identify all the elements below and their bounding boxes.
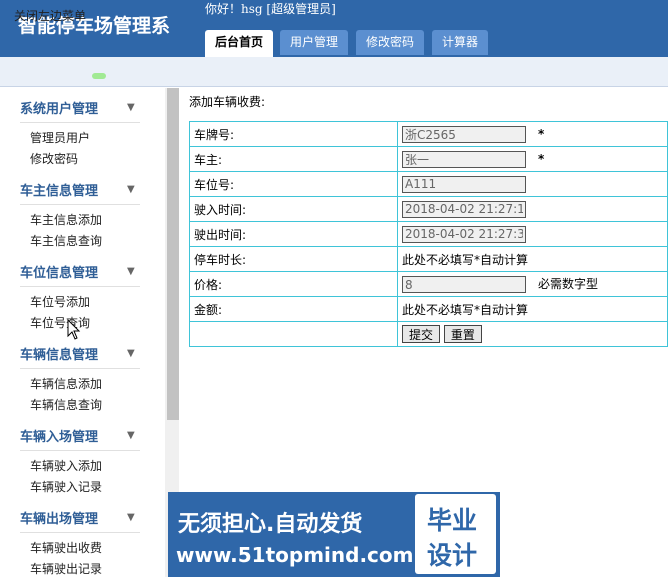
submit-button[interactable]: 提交 [402, 325, 441, 343]
form-row-entry-time: 驶入时间: [189, 196, 668, 222]
field-cell [397, 221, 668, 247]
chevron-down-icon[interactable]: ▼ [127, 184, 135, 195]
field-label: 驶入时间: [189, 196, 398, 222]
sidebar-item-vehicle-query[interactable]: 车辆信息查询 [30, 396, 102, 413]
sidebar-item-admin-users[interactable]: 管理员用户 [30, 129, 90, 146]
sidebar-item-entry-records[interactable]: 车辆驶入记录 [30, 478, 102, 495]
sidebar-item-owner-query[interactable]: 车主信息查询 [30, 232, 102, 249]
form-row-space: 车位号: [189, 171, 668, 197]
auto-calc-note: 此处不必填写*自动计算 [397, 246, 668, 272]
banner-badge-line2: 设计 [427, 541, 478, 570]
sidebar-group-title[interactable]: 车主信息管理 [20, 180, 98, 199]
chevron-down-icon[interactable]: ▼ [127, 512, 135, 523]
tab-change-password[interactable]: 修改密码 [356, 30, 425, 55]
field-label: 车主: [189, 146, 398, 172]
empty-cell [189, 321, 398, 347]
sidebar [0, 88, 165, 577]
space-input[interactable] [402, 175, 526, 193]
plate-input[interactable] [402, 125, 526, 143]
form-row-owner: 车主: * [189, 146, 668, 172]
form-row-duration: 停车时长: 此处不必填写*自动计算 [189, 246, 668, 272]
sidebar-group-title[interactable]: 系统用户管理 [20, 98, 98, 117]
sidebar-item-space-add[interactable]: 车位号添加 [30, 293, 90, 310]
tab-user-management[interactable]: 用户管理 [280, 30, 349, 55]
field-cell [397, 171, 668, 197]
form-row-amount: 金额: 此处不必填写*自动计算 [189, 296, 668, 322]
banner-url: www.51topmind.com [176, 543, 414, 567]
field-label: 车牌号: [189, 121, 398, 147]
divider [20, 204, 140, 205]
banner-slogan: 无须担心.自动发货 [178, 512, 363, 537]
divider [20, 122, 140, 123]
sidebar-group-title[interactable]: 车位信息管理 [20, 262, 98, 281]
close-left-menu-link[interactable]: 关闭左边菜单 [14, 7, 86, 24]
divider [20, 368, 140, 369]
entry-time-input[interactable] [402, 200, 526, 218]
chevron-down-icon[interactable]: ▼ [127, 430, 135, 441]
required-mark: * [538, 126, 545, 141]
field-cell: * [397, 146, 668, 172]
owner-input[interactable] [402, 150, 526, 168]
field-label: 车位号: [189, 171, 398, 197]
auto-calc-note: 此处不必填写*自动计算 [397, 296, 668, 322]
form-row-price: 价格: 必需数字型 [189, 271, 668, 297]
fee-form-table: 车牌号: * 车主: * 车位号: 驶入时间: 驶出时间: 停车时长: 此处不必… [189, 121, 668, 347]
divider [20, 532, 140, 533]
mouse-pointer-icon [67, 319, 81, 340]
banner-badge-line1: 毕业 [427, 506, 478, 535]
tab-calculator[interactable]: 计算器 [432, 30, 489, 55]
sidebar-group-title[interactable]: 车辆出场管理 [20, 508, 98, 527]
divider [20, 286, 140, 287]
actions-cell: 提交 重置 [397, 321, 668, 347]
sidebar-item-change-password[interactable]: 修改密码 [30, 150, 78, 167]
form-title: 添加车辆收费: [189, 95, 266, 109]
form-row-exit-time: 驶出时间: [189, 221, 668, 247]
scrollbar-thumb[interactable] [167, 88, 179, 420]
chevron-down-icon[interactable]: ▼ [127, 266, 135, 277]
sidebar-item-exit-charge[interactable]: 车辆驶出收费 [30, 539, 102, 556]
sidebar-item-owner-add[interactable]: 车主信息添加 [30, 211, 102, 228]
sidebar-item-vehicle-add[interactable]: 车辆信息添加 [30, 375, 102, 392]
field-label: 驶出时间: [189, 221, 398, 247]
field-cell [397, 196, 668, 222]
sidebar-item-entry-add[interactable]: 车辆驶入添加 [30, 457, 102, 474]
chevron-down-icon[interactable]: ▼ [127, 348, 135, 359]
field-cell: 必需数字型 [397, 271, 668, 297]
field-cell: * [397, 121, 668, 147]
field-label: 停车时长: [189, 246, 398, 272]
sidebar-item-exit-records[interactable]: 车辆驶出记录 [30, 560, 102, 577]
field-label: 价格: [189, 271, 398, 297]
price-input[interactable] [402, 276, 526, 293]
reset-button[interactable]: 重置 [443, 325, 482, 343]
sidebar-item-space-query[interactable]: 车位号查询 [30, 314, 90, 331]
user-greeting: 你好！hsg [超级管理员] [205, 2, 336, 16]
field-label: 金额: [189, 296, 398, 322]
chevron-down-icon[interactable]: ▼ [127, 102, 135, 113]
exit-time-input[interactable] [402, 225, 526, 243]
sub-toolbar [0, 57, 668, 87]
tab-home[interactable]: 后台首页 [205, 30, 274, 57]
sidebar-group-title[interactable]: 车辆信息管理 [20, 344, 98, 363]
field-hint: 必需数字型 [538, 277, 599, 291]
form-row-actions: 提交 重置 [189, 321, 668, 347]
divider [20, 450, 140, 451]
sidebar-group-title[interactable]: 车辆入场管理 [20, 426, 98, 445]
required-mark: * [538, 151, 545, 166]
form-row-plate: 车牌号: * [189, 121, 668, 147]
decoration-dot [92, 73, 106, 79]
